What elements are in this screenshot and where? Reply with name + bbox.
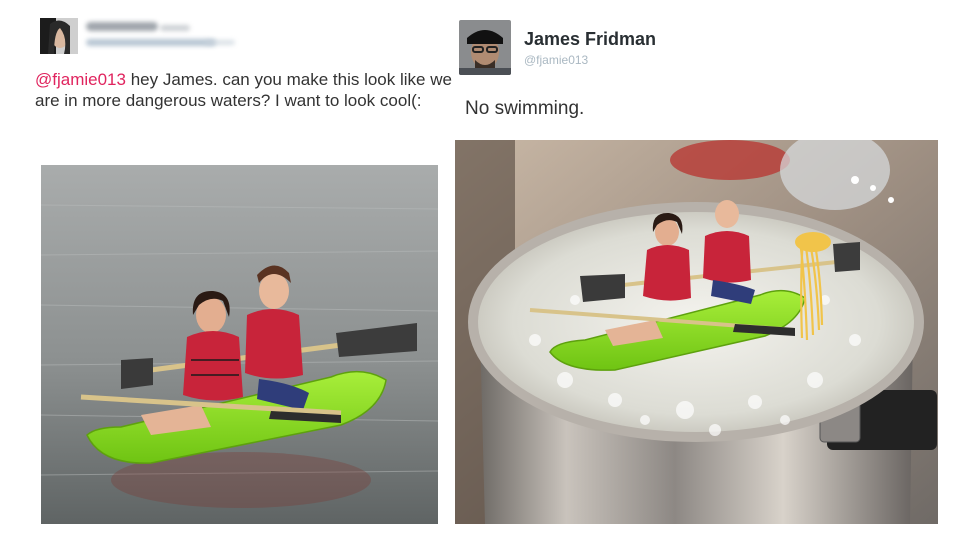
user-handle[interactable]: @fjamie013 xyxy=(524,53,588,67)
blurred-username-tail xyxy=(160,25,190,31)
blurred-handle xyxy=(86,39,216,46)
display-name[interactable]: James Fridman xyxy=(524,29,656,50)
kayak-photo-image xyxy=(41,165,438,524)
avatar-image xyxy=(40,18,78,54)
james-avatar[interactable] xyxy=(459,20,511,75)
avatar-image xyxy=(459,20,511,75)
kayak-photo[interactable] xyxy=(41,165,438,524)
user-avatar[interactable] xyxy=(40,18,78,54)
tweet-text: @fjamie013 hey James. can you make this … xyxy=(35,69,455,111)
pot-photo[interactable] xyxy=(455,140,938,524)
blurred-handle-tail xyxy=(205,40,235,45)
blurred-username xyxy=(86,22,158,31)
reply-text: No swimming. xyxy=(465,98,585,119)
pot-photo-image xyxy=(455,140,938,524)
mention-link[interactable]: @fjamie013 xyxy=(35,70,126,89)
